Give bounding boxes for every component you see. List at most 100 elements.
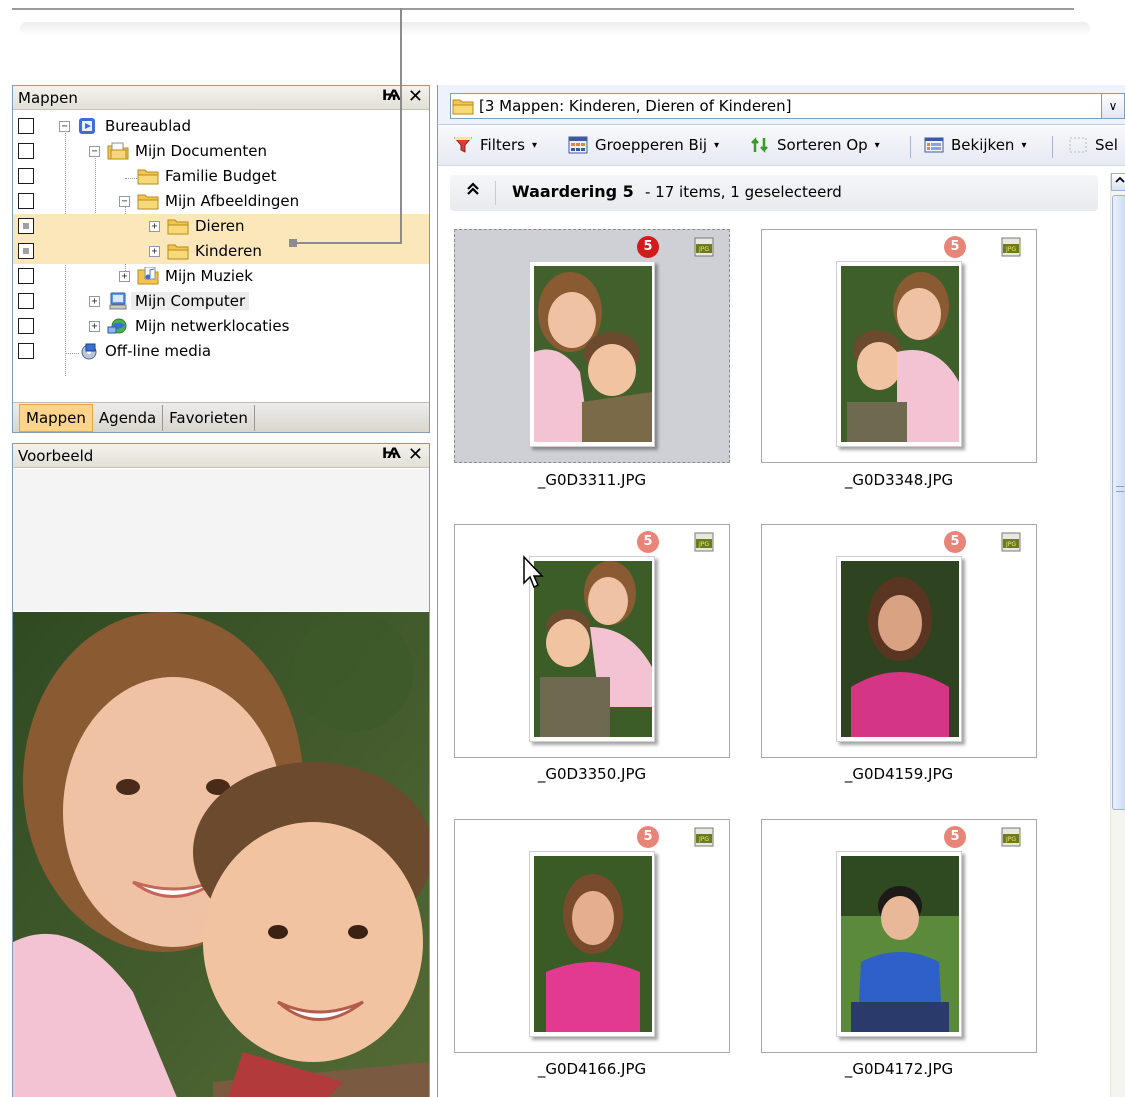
- sort-by-button[interactable]: Sorteren Op ▾: [750, 136, 880, 154]
- pin-icon[interactable]: Ѩ: [382, 88, 401, 104]
- preview-panel-header: Voorbeeld Ѩ ✕: [13, 444, 429, 468]
- group-header[interactable]: Waardering 5 - 17 items, 1 geselecteerd: [450, 175, 1098, 211]
- thumbnail-photo-illustration: [841, 561, 959, 737]
- expand-icon[interactable]: +: [89, 321, 100, 332]
- thumbnail-filename: _G0D3348.JPG: [844, 471, 954, 489]
- expand-icon[interactable]: +: [119, 271, 130, 282]
- collapse-icon[interactable]: −: [89, 146, 100, 157]
- collapse-icon[interactable]: −: [59, 121, 70, 132]
- tree-item-bureaublad[interactable]: − Bureaublad: [13, 114, 429, 139]
- folders-tab-strip: Mappen Agenda Favorieten: [13, 402, 429, 432]
- rating-badge: 5: [944, 236, 966, 258]
- tree-item-dieren[interactable]: + Dieren: [13, 214, 429, 239]
- tree-item-label: Dieren: [195, 217, 245, 235]
- thumbnail-filename: _G0D4166.JPG: [537, 1060, 647, 1078]
- tab-favorieten[interactable]: Favorieten: [163, 404, 255, 431]
- tree-checkbox[interactable]: [18, 343, 34, 359]
- tree-item-mijn-netwerklocaties[interactable]: + Mijn netwerklocaties: [13, 314, 429, 339]
- callout-line-top: [12, 8, 1074, 10]
- tree-item-label: Familie Budget: [165, 167, 277, 185]
- documents-folder-icon: [107, 142, 129, 160]
- thumbnail-image: [836, 851, 962, 1037]
- thumbnail-item[interactable]: 5 JPG: [454, 524, 730, 758]
- tab-agenda[interactable]: Agenda: [93, 404, 164, 431]
- folder-icon: [167, 244, 189, 260]
- callout-line-horizontal: [296, 242, 402, 244]
- scroll-up-icon[interactable]: [1111, 173, 1125, 191]
- thumbnail-item[interactable]: 5 JPG: [761, 819, 1037, 1053]
- view-label: Bekijken: [951, 136, 1015, 154]
- thumbnail-item[interactable]: 5 JPG: [454, 819, 730, 1053]
- thumbnail-filename: _G0D3311.JPG: [537, 471, 647, 489]
- pin-icon[interactable]: Ѩ: [382, 446, 401, 462]
- tree-checkbox[interactable]: [18, 218, 34, 234]
- chevron-down-icon[interactable]: ∨: [1101, 93, 1125, 119]
- tree-checkbox[interactable]: [18, 193, 34, 209]
- thumbnail-filename: _G0D4172.JPG: [844, 1060, 954, 1078]
- thumbnail-item[interactable]: 5 JPG: [761, 524, 1037, 758]
- svg-text:JPG: JPG: [1005, 836, 1016, 843]
- filters-button[interactable]: Filters ▾: [453, 136, 537, 154]
- folder-tree: − Bureaublad − Mijn Documenten Familie B…: [13, 111, 429, 401]
- tree-checkbox[interactable]: [18, 168, 34, 184]
- computer-icon: [109, 292, 127, 310]
- jpg-file-icon: JPG: [694, 532, 714, 552]
- thumbnail-item[interactable]: 5 JPG: [761, 229, 1037, 463]
- view-button[interactable]: Bekijken ▾: [924, 136, 1026, 154]
- select-label: Sel: [1095, 136, 1118, 154]
- caret-down-icon: ▾: [714, 139, 720, 151]
- folder-icon: [137, 194, 159, 210]
- thumbnail-item[interactable]: 5 JPG: [454, 229, 730, 463]
- filter-icon: [453, 137, 473, 153]
- tree-item-label: Kinderen: [195, 242, 262, 260]
- close-icon[interactable]: ✕: [408, 444, 423, 465]
- music-folder-icon: [137, 267, 159, 285]
- folders-panel-title: Mappen: [18, 88, 78, 107]
- svg-text:JPG: JPG: [698, 246, 709, 253]
- expand-icon[interactable]: +: [89, 296, 100, 307]
- tab-mappen[interactable]: Mappen: [19, 403, 93, 432]
- thumbnail-image: [529, 556, 655, 742]
- tree-item-label: Mijn Muziek: [165, 267, 253, 285]
- rating-badge: 5: [944, 826, 966, 848]
- tree-item-familie-budget[interactable]: Familie Budget: [13, 164, 429, 189]
- tree-item-mijn-computer[interactable]: + Mijn Computer: [13, 289, 429, 314]
- group-by-button[interactable]: Groepperen Bij ▾: [568, 136, 719, 154]
- tree-item-mijn-muziek[interactable]: + Mijn Muziek: [13, 264, 429, 289]
- callout-pointer-dot: [289, 239, 297, 247]
- tree-item-off-line-media[interactable]: Off-line media: [13, 339, 429, 364]
- vertical-scrollbar[interactable]: [1110, 173, 1125, 1097]
- tree-item-mijn-documenten[interactable]: − Mijn Documenten: [13, 139, 429, 164]
- thumbnail-filename: _G0D3350.JPG: [537, 765, 647, 783]
- toolbar-separator: [910, 136, 911, 158]
- desktop-icon: [79, 118, 95, 134]
- tree-checkbox[interactable]: [18, 293, 34, 309]
- tree-checkbox[interactable]: [18, 268, 34, 284]
- close-icon[interactable]: ✕: [408, 86, 423, 107]
- svg-text:JPG: JPG: [1005, 246, 1016, 253]
- folder-icon: [167, 219, 189, 235]
- tree-checkbox[interactable]: [18, 118, 34, 134]
- view-icon: [924, 137, 944, 153]
- group-by-label: Groepperen Bij: [595, 136, 708, 154]
- rating-badge: 5: [637, 826, 659, 848]
- thumbnail-photo-illustration: [534, 856, 652, 1032]
- tree-item-mijn-afbeeldingen[interactable]: − Mijn Afbeeldingen: [13, 189, 429, 214]
- caret-down-icon: ▾: [531, 139, 537, 151]
- collapse-group-icon[interactable]: [466, 181, 480, 202]
- collapse-icon[interactable]: −: [119, 196, 130, 207]
- thumbnail-image: [836, 556, 962, 742]
- tree-checkbox[interactable]: [18, 318, 34, 334]
- expand-icon[interactable]: +: [149, 221, 160, 232]
- expand-icon[interactable]: +: [149, 246, 160, 257]
- folders-panel-header: Mappen Ѩ ✕: [13, 86, 429, 110]
- tree-checkbox[interactable]: [18, 243, 34, 259]
- address-bar: [3 Mappen: Kinderen, Dieren of Kinderen]…: [438, 85, 1125, 125]
- rating-badge: 5: [944, 531, 966, 553]
- tree-checkbox[interactable]: [18, 143, 34, 159]
- preview-image: [13, 612, 429, 1097]
- address-field[interactable]: [3 Mappen: Kinderen, Dieren of Kinderen]…: [450, 93, 1125, 119]
- select-button[interactable]: Sel: [1068, 136, 1118, 154]
- scrollbar-thumb[interactable]: [1112, 195, 1125, 810]
- sort-by-label: Sorteren Op: [777, 136, 868, 154]
